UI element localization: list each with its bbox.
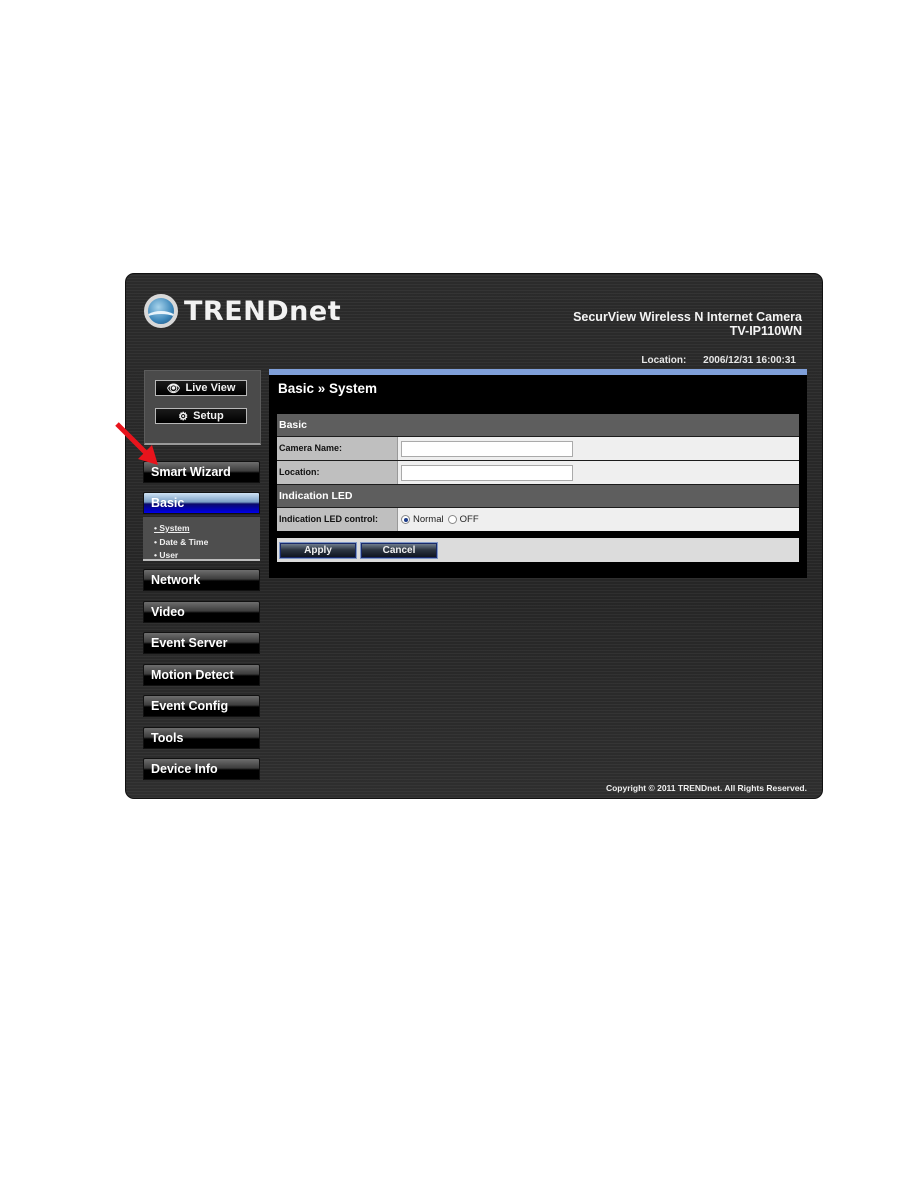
action-bar: Apply Cancel: [277, 538, 799, 562]
live-view-button[interactable]: 👁 Live View: [155, 380, 247, 396]
menu-network[interactable]: Network: [143, 569, 260, 591]
menu-event-server[interactable]: Event Server: [143, 632, 260, 654]
arrow-shaft: [115, 422, 150, 457]
section-heading-basic: Basic: [277, 414, 799, 436]
brand-name: TRENDnet: [184, 295, 342, 327]
led-control-label: Indication LED control:: [277, 508, 398, 531]
submenu-date-time[interactable]: • Date & Time: [154, 536, 260, 550]
copyright: Copyright © 2011 TRENDnet. All Rights Re…: [605, 783, 807, 793]
logo-icon: [144, 294, 178, 328]
submenu-user[interactable]: • User: [154, 549, 260, 563]
led-off-radio[interactable]: [447, 515, 457, 524]
menu-tools[interactable]: Tools: [143, 727, 260, 749]
setup-button[interactable]: ⚙ Setup: [155, 408, 247, 424]
menu-event-config[interactable]: Event Config: [143, 695, 260, 717]
location-label: Location:: [277, 461, 398, 484]
status-bar: Location: 2006/12/31 16:00:31: [627, 355, 796, 366]
red-arrow-annotation: [115, 422, 158, 465]
datetime: 2006/12/31 16:00:31: [703, 355, 796, 366]
settings-table: Basic Camera Name: Location: Indication …: [277, 414, 799, 562]
location-row: Location:: [277, 460, 799, 484]
model-name: TV-IP110WN: [729, 324, 802, 338]
basic-submenu: • System • Date & Time • User: [143, 517, 260, 561]
location-label: Location:: [641, 355, 687, 366]
camera-name-label: Camera Name:: [277, 437, 398, 460]
gears-icon: ⚙: [178, 410, 189, 423]
submenu-system[interactable]: • System: [154, 522, 260, 536]
location-input[interactable]: [401, 464, 573, 481]
content-panel: Basic » System Basic Camera Name: Locati…: [269, 369, 807, 578]
menu-device-info[interactable]: Device Info: [143, 758, 260, 780]
cancel-button[interactable]: Cancel: [360, 541, 438, 559]
apply-button[interactable]: Apply: [279, 541, 357, 559]
led-off-label: OFF: [459, 514, 479, 525]
menu-video[interactable]: Video: [143, 601, 260, 623]
menu-motion-detect[interactable]: Motion Detect: [143, 664, 260, 686]
setup-label: Setup: [193, 410, 224, 422]
led-control-row: Indication LED control: Normal OFF: [277, 507, 799, 531]
camera-name-input[interactable]: [401, 440, 573, 457]
product-name: SecurView Wireless N Internet Camera: [573, 310, 802, 324]
led-normal-label: Normal: [413, 514, 444, 525]
section-heading-led: Indication LED: [277, 484, 799, 507]
product-info: SecurView Wireless N Internet Camera TV-…: [573, 310, 802, 338]
eye-icon: 👁: [166, 382, 181, 395]
menu-basic[interactable]: Basic: [143, 492, 260, 514]
camera-name-row: Camera Name:: [277, 436, 799, 460]
led-normal-radio[interactable]: [401, 515, 410, 524]
trendnet-logo: TRENDnet: [144, 292, 341, 330]
live-view-label: Live View: [185, 382, 236, 394]
page-title: Basic » System: [278, 381, 378, 396]
camera-web-ui: TRENDnet SecurView Wireless N Internet C…: [125, 273, 823, 799]
